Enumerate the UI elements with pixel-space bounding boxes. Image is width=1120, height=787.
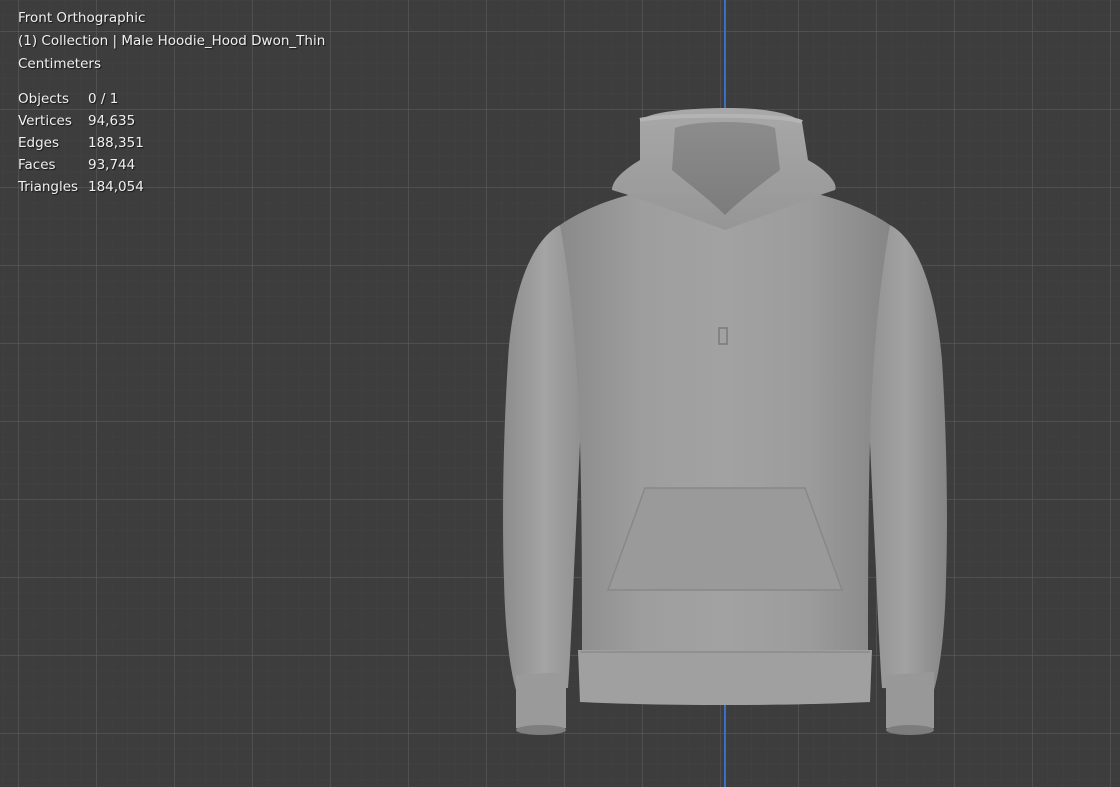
stat-label: Vertices: [18, 113, 72, 129]
units-label: Centimeters: [18, 56, 101, 72]
right-cuff-opening: [886, 725, 934, 735]
left-cuff: [516, 672, 566, 733]
stat-label: Objects: [18, 91, 70, 107]
stat-value: 0 / 1: [88, 91, 119, 107]
view-name: Front Orthographic: [18, 10, 146, 26]
stat-label: Triangles: [18, 179, 79, 195]
stat-label: Faces: [18, 157, 56, 173]
stat-label: Edges: [18, 135, 60, 151]
stat-row-triangles: Triangles 184,054: [18, 176, 144, 198]
left-cuff-opening: [516, 725, 566, 735]
stat-row-objects: Objects 0 / 1: [18, 88, 144, 110]
hoodie-mesh-icon[interactable]: [490, 100, 960, 750]
waistband: [578, 650, 872, 705]
3d-viewport[interactable]: Front Orthographic (1) Collection | Male…: [0, 0, 1120, 787]
stat-row-vertices: Vertices 94,635: [18, 110, 144, 132]
stat-row-faces: Faces 93,744: [18, 154, 144, 176]
viewport-text-info: Front Orthographic (1) Collection | Male…: [18, 7, 325, 76]
stat-value: 184,054: [88, 179, 144, 195]
stat-value: 188,351: [88, 135, 144, 151]
stat-row-edges: Edges 188,351: [18, 132, 144, 154]
collection-info: (1) Collection | Male Hoodie_Hood Dwon_T…: [18, 33, 326, 49]
right-cuff: [886, 672, 934, 733]
kangaroo-pocket: [606, 487, 844, 591]
scene-statistics: Objects 0 / 1 Vertices 94,635 Edges 188,…: [18, 88, 144, 198]
stat-value: 93,744: [88, 157, 136, 173]
stat-value: 94,635: [88, 113, 136, 129]
